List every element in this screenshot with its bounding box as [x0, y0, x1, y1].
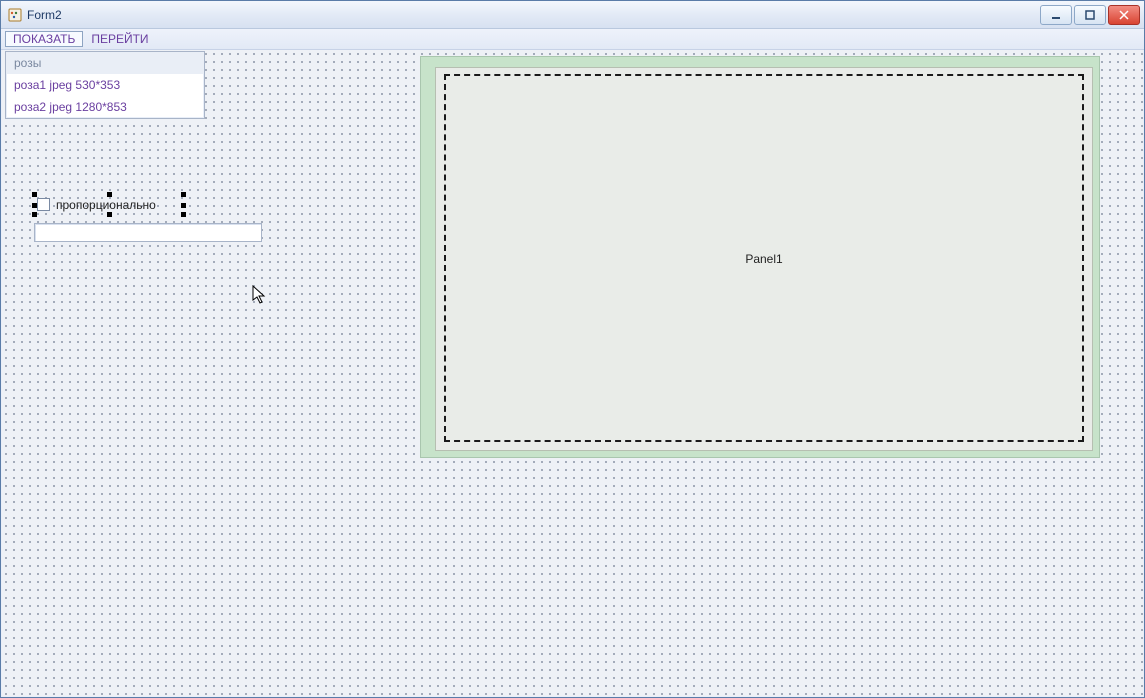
- minimize-button[interactable]: [1040, 5, 1072, 25]
- menu-go[interactable]: ПЕРЕЙТИ: [83, 31, 156, 47]
- checkbox-label: пропорционально: [56, 198, 156, 212]
- resize-handle-icon[interactable]: [181, 203, 186, 208]
- list-item[interactable]: розы: [6, 52, 204, 74]
- close-button[interactable]: [1108, 5, 1140, 25]
- panel-container[interactable]: Panel1: [420, 56, 1100, 458]
- resize-handle-icon[interactable]: [107, 212, 112, 217]
- resize-handle-icon[interactable]: [107, 192, 112, 197]
- checkbox-proportional[interactable]: пропорционально: [37, 197, 181, 212]
- resize-handle-icon[interactable]: [181, 212, 186, 217]
- panel1[interactable]: Panel1: [435, 67, 1093, 451]
- window-controls: [1040, 5, 1140, 25]
- resize-handle-icon[interactable]: [32, 203, 37, 208]
- menu-show[interactable]: ПОКАЗАТЬ: [5, 31, 83, 47]
- cursor-icon: [252, 285, 268, 308]
- panel-caption: Panel1: [745, 252, 782, 266]
- titlebar[interactable]: Form2: [1, 1, 1144, 29]
- checkbox-box-icon[interactable]: [37, 198, 50, 211]
- menubar: ПОКАЗАТЬ ПЕРЕЙТИ: [1, 29, 1144, 50]
- form-window: Form2 ПОКАЗАТЬ ПЕРЕЙТИ розы роза1 jpeg 5…: [0, 0, 1145, 698]
- list-item[interactable]: роза1 jpeg 530*353: [6, 74, 204, 96]
- maximize-button[interactable]: [1074, 5, 1106, 25]
- list-item[interactable]: роза2 jpeg 1280*853: [6, 96, 204, 118]
- checkbox-selected[interactable]: пропорционально: [34, 194, 184, 215]
- resize-handle-icon[interactable]: [32, 212, 37, 217]
- resize-handle-icon[interactable]: [181, 192, 186, 197]
- window-title: Form2: [27, 8, 62, 22]
- form-designer-surface[interactable]: розы роза1 jpeg 530*353 роза2 jpeg 1280*…: [2, 50, 1143, 696]
- edit-input[interactable]: [34, 223, 262, 242]
- app-icon: [7, 7, 23, 23]
- listbox[interactable]: розы роза1 jpeg 530*353 роза2 jpeg 1280*…: [5, 51, 205, 119]
- resize-handle-icon[interactable]: [32, 192, 37, 197]
